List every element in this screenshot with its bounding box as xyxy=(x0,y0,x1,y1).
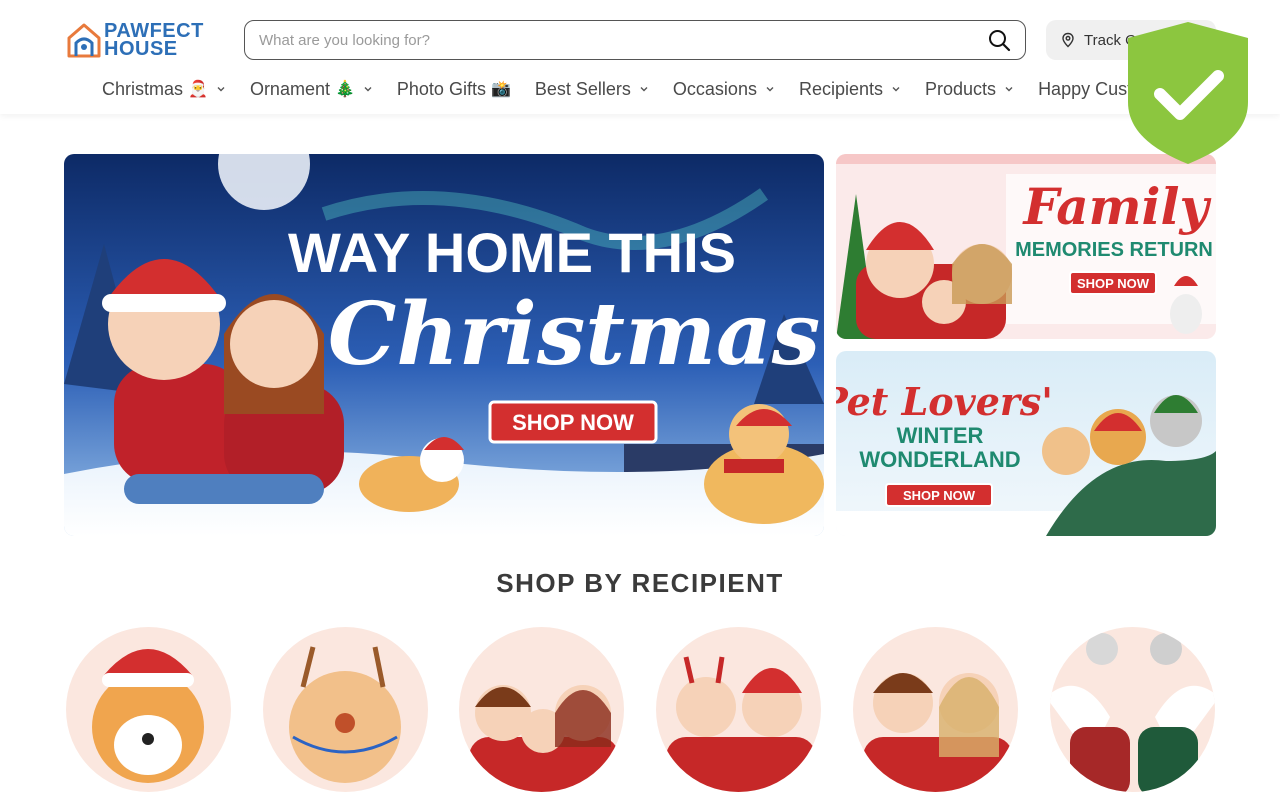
search-icon[interactable] xyxy=(987,28,1011,52)
chevron-down-icon xyxy=(766,87,774,92)
couple-illustration-2 xyxy=(666,656,816,792)
family-shop-now-button[interactable]: SHOP NOW xyxy=(1069,271,1157,295)
nav-item-christmas[interactable]: Christmas 🎅 xyxy=(102,79,226,100)
pet-lovers-banner-artwork: Pet Lovers' WINTER WONDERLAND SHOP NOW xyxy=(836,351,1216,536)
nav-item-happy-cust[interactable]: Happy Cust xyxy=(1038,79,1132,100)
chevron-down-icon xyxy=(217,87,225,92)
recipient-card-memorial[interactable] xyxy=(1050,627,1215,792)
family-headline: Family xyxy=(1021,177,1211,236)
nav-item-ornament[interactable]: Ornament 🎄 xyxy=(250,79,373,100)
main-nav: Christmas 🎅 Ornament 🎄 Photo Gifts 📸 Best Sell… xyxy=(102,76,1156,102)
pet-subheadline-1: WINTER xyxy=(897,423,984,448)
nav-item-photo-gifts[interactable]: Photo Gifts 📸 xyxy=(397,79,511,100)
hero-headline-line1: WAY HOME THIS xyxy=(288,221,736,284)
banner-pet-lovers[interactable]: Pet Lovers' WINTER WONDERLAND SHOP NOW xyxy=(836,351,1216,536)
family-illustration-2 xyxy=(469,685,619,792)
cat-illustration-2 xyxy=(289,646,401,783)
hero-shop-now-button[interactable]: SHOP NOW xyxy=(488,400,658,444)
house-paw-logo-icon xyxy=(67,23,101,58)
section-title-shop-by-recipient: SHOP BY RECIPIENT xyxy=(496,568,784,598)
nav-item-label: Ornament xyxy=(249,78,330,99)
search-bar[interactable] xyxy=(244,20,1026,60)
family-shop-now-label: SHOP NOW xyxy=(1077,276,1150,291)
hero-shop-now-label: SHOP NOW xyxy=(512,410,634,435)
pet-shop-now-button[interactable]: SHOP NOW xyxy=(885,483,993,507)
banner-family-memories[interactable]: Family MEMORIES RETURN SHOP NOW xyxy=(836,154,1216,339)
hero-banner-christmas[interactable]: WAY HOME THIS Christmas SHOP NOW xyxy=(64,154,824,536)
nav-item-emoji: 📸 xyxy=(490,81,511,98)
hero-headline-line2: Christmas xyxy=(328,284,820,385)
nav-item-label: Happy Cust xyxy=(1038,78,1133,99)
site-logo[interactable]: PAWFECT HOUSE xyxy=(66,20,206,60)
recipient-carousel xyxy=(66,627,1216,792)
site-header: PAWFECT HOUSE Track O Christmas🎅Ornament… xyxy=(0,0,1280,114)
recipient-card-family[interactable] xyxy=(459,627,624,792)
nav-item-emoji: 🎅 xyxy=(188,81,208,98)
nav-item-label: Recipients xyxy=(798,78,884,99)
nav-item-products[interactable]: Products xyxy=(925,79,1014,100)
nav-item-label: Photo Gifts xyxy=(396,78,486,99)
logo-text: PAWFECT HOUSE xyxy=(104,21,204,60)
search-input[interactable] xyxy=(259,31,987,49)
hero-banner-artwork: WAY HOME THIS Christmas SHOP NOW xyxy=(64,154,824,536)
pet-shop-now-label: SHOP NOW xyxy=(903,488,976,503)
corgi-illustration xyxy=(92,649,204,783)
recipient-card-dog[interactable] xyxy=(66,627,231,792)
chevron-down-icon xyxy=(892,87,900,92)
pet-subheadline-2: WONDERLAND xyxy=(859,447,1020,472)
map-pin-icon xyxy=(1062,32,1074,48)
friends-illustration xyxy=(863,673,1013,792)
nav-item-recipients[interactable]: Recipients xyxy=(799,79,901,100)
nav-item-emoji: 🎄 xyxy=(334,81,355,98)
family-subheadline: MEMORIES RETURN xyxy=(1015,239,1213,261)
nav-item-best-sellers[interactable]: Best Sellers xyxy=(535,79,649,100)
nav-item-label: Best Sellers xyxy=(534,78,631,99)
chevron-down-icon xyxy=(1005,87,1013,92)
nav-item-label: Occasions xyxy=(672,78,757,99)
chevron-down-icon xyxy=(364,87,372,92)
nav-item-label: Products xyxy=(925,78,997,99)
family-banner-artwork: Family MEMORIES RETURN SHOP NOW xyxy=(836,154,1216,339)
shield-check-icon xyxy=(1128,22,1248,164)
recipient-card-friends[interactable] xyxy=(853,627,1018,792)
recipient-card-cat[interactable] xyxy=(263,627,428,792)
memorial-illustration xyxy=(1050,633,1215,792)
nav-item-label: Christmas xyxy=(102,78,184,99)
recipient-card-couple[interactable] xyxy=(656,627,821,792)
logo-line2: HOUSE xyxy=(104,38,178,60)
chevron-down-icon xyxy=(640,87,648,92)
pet-headline: Pet Lovers' xyxy=(836,379,1053,424)
nav-item-occasions[interactable]: Occasions xyxy=(673,79,775,100)
